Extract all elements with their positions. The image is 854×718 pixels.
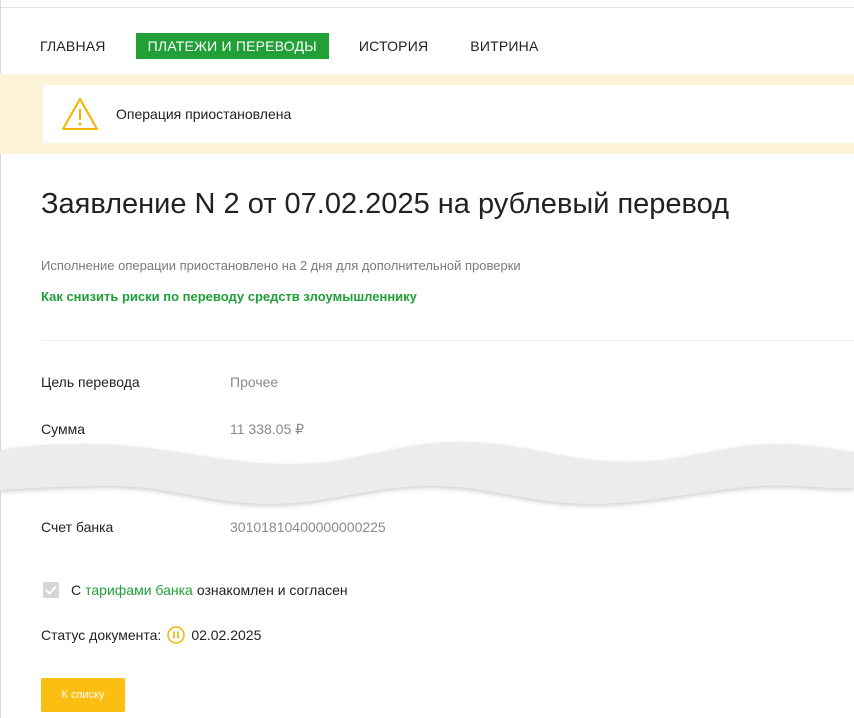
pause-icon (167, 626, 186, 644)
top-navigation: ГЛАВНАЯ ПЛАТЕЖИ И ПЕРЕВОДЫ ИСТОРИЯ ВИТРИ… (40, 33, 569, 59)
agreement-prefix: С (71, 582, 82, 598)
document-status: Статус документа: 02.02.2025 (41, 626, 261, 644)
divider (41, 340, 854, 341)
tariffs-link[interactable]: тарифами банка (85, 582, 193, 598)
status-date: 02.02.2025 (191, 627, 262, 643)
suspension-notice: Исполнение операции приостановлено на 2 … (41, 258, 521, 273)
agreement-checkbox[interactable] (43, 582, 59, 598)
risk-info-link[interactable]: Как снизить риски по переводу средств зл… (41, 289, 417, 304)
alert-text: Операция приостановлена (116, 106, 292, 122)
purpose-label: Цель перевода (41, 374, 140, 390)
alert-card: Операция приостановлена (43, 85, 854, 143)
window-top-edge (0, 0, 854, 8)
nav-item-payments[interactable]: ПЛАТЕЖИ И ПЕРЕВОДЫ (135, 33, 329, 59)
nav-item-home[interactable]: ГЛАВНАЯ (40, 33, 118, 59)
agreement-suffix: ознакомлен и согласен (196, 582, 348, 598)
back-to-list-button[interactable]: К списку (41, 678, 125, 712)
bank-account-value: 30101810400000000225 (230, 519, 386, 535)
purpose-value: Прочее (230, 374, 279, 390)
tariff-agreement: С тарифами банка ознакомлен и согласен (43, 582, 348, 598)
torn-edge-separator (0, 442, 854, 506)
nav-item-history[interactable]: ИСТОРИЯ (347, 33, 440, 59)
page-title: Заявление N 2 от 07.02.2025 на рублевый … (41, 188, 730, 220)
nav-item-showcase[interactable]: ВИТРИНА (458, 33, 550, 59)
bank-account-label: Счет банка (41, 519, 114, 535)
status-label: Статус документа: (41, 627, 162, 643)
checkmark-icon (45, 585, 57, 595)
warning-icon (62, 98, 98, 130)
